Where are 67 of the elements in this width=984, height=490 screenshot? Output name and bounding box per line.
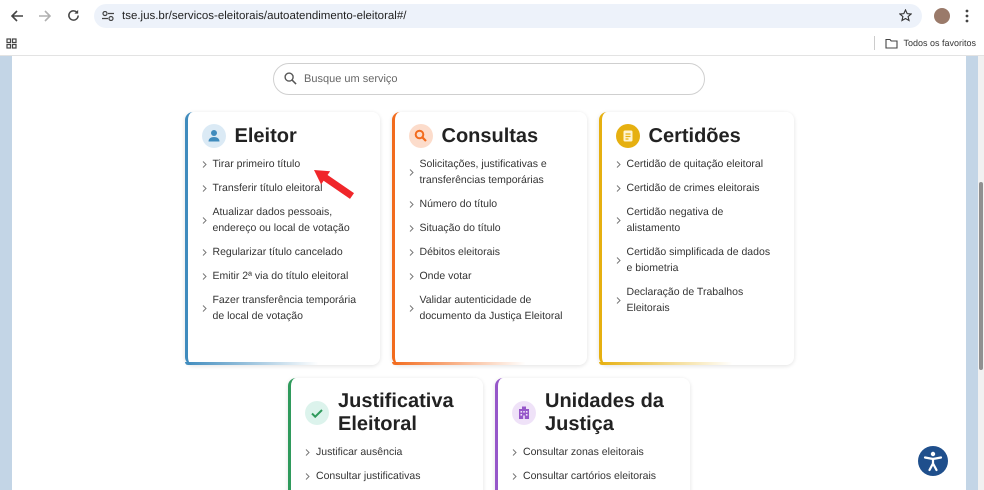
- chevron-icon: [616, 256, 620, 264]
- service-link[interactable]: Declaração de Trabalhos Eleitorais: [626, 284, 778, 316]
- bookmarks-folder[interactable]: Todos os favoritos: [883, 36, 978, 50]
- chevron-icon: [408, 272, 414, 280]
- document-icon: [616, 124, 640, 148]
- service-link[interactable]: Onde votar: [420, 268, 572, 284]
- chevron-icon: [305, 448, 310, 456]
- chevron-icon: [202, 272, 206, 280]
- chevron-icon: [202, 184, 206, 192]
- service-link[interactable]: Consultar zonas eleitorais: [523, 444, 675, 460]
- chevron-icon: [202, 248, 206, 256]
- back-arrow-icon[interactable]: [10, 8, 24, 22]
- service-link[interactable]: Consultar justificativas: [316, 468, 468, 484]
- chevron-icon: [408, 248, 414, 256]
- service-link[interactable]: Atualizar dados pessoais, endereço ou local de votação: [212, 204, 364, 236]
- service-link[interactable]: Certidão de crimes eleitorais: [626, 180, 778, 196]
- building-icon: [512, 401, 536, 425]
- card-title: Eleitor: [234, 124, 297, 148]
- chevron-icon: [512, 472, 517, 480]
- service-link[interactable]: Solicitações, justificativas e transferências temporárias: [420, 156, 572, 188]
- service-link[interactable]: Certidão de quitação eleitoral: [626, 156, 778, 172]
- chevron-icon: [408, 224, 414, 232]
- chevron-icon: [408, 304, 414, 312]
- address-bar[interactable]: tse.jus.br/servicos-eleitorais/autoatendimento-eleitoral#/: [94, 4, 922, 28]
- star-icon[interactable]: [899, 9, 912, 22]
- service-link[interactable]: Certidão negativa de alistamento: [626, 204, 778, 236]
- search-icon: [408, 124, 432, 148]
- service-link[interactable]: Situação do título: [420, 220, 572, 236]
- profile-avatar[interactable]: [934, 8, 950, 24]
- chevron-icon: [408, 168, 414, 176]
- chevron-icon: [616, 160, 620, 168]
- service-link[interactable]: Validar autenticidade de documento da Justiça Eleitoral: [420, 292, 572, 324]
- url-text: tse.jus.br/servicos-eleitorais/autoatendimento-eleitoral#/: [122, 10, 408, 22]
- site-settings-icon[interactable]: [102, 10, 114, 20]
- service-link[interactable]: Número do título: [420, 196, 572, 212]
- chevron-icon: [202, 160, 206, 168]
- card-title: Unidades da Justiça: [545, 390, 665, 436]
- service-link[interactable]: Tirar primeiro título: [212, 156, 364, 172]
- menu-icon[interactable]: [965, 8, 969, 22]
- accessibility-button[interactable]: [918, 446, 948, 476]
- card-title: Justificativa Eleitoral: [338, 390, 455, 436]
- chevron-icon: [305, 472, 310, 480]
- chevron-icon: [408, 200, 414, 208]
- service-link[interactable]: Débitos eleitorais: [420, 244, 572, 260]
- chevron-icon: [616, 216, 620, 224]
- scrollbar[interactable]: [978, 56, 984, 490]
- service-link[interactable]: Consultar cartórios eleitorais: [523, 468, 675, 484]
- service-link[interactable]: Justificar ausência: [316, 444, 468, 460]
- service-link[interactable]: Transferir título eleitoral: [212, 180, 364, 196]
- chevron-icon: [512, 448, 517, 456]
- service-link[interactable]: Emitir 2ª via do título eleitoral: [212, 268, 364, 284]
- chevron-icon: [616, 296, 620, 304]
- checkmark-icon: [305, 401, 329, 425]
- person-icon: [202, 124, 226, 148]
- service-link[interactable]: Fazer transferência temporária de local de votação: [212, 292, 364, 324]
- chevron-icon: [202, 216, 206, 224]
- chevron-icon: [202, 304, 206, 312]
- card-title: Certidões: [648, 124, 741, 148]
- reload-icon[interactable]: [66, 9, 80, 22]
- service-link[interactable]: Certidão simplificada de dados e biometria: [626, 244, 778, 276]
- folder-icon: [885, 38, 898, 48]
- service-link[interactable]: Regularizar título cancelado: [212, 244, 364, 260]
- chevron-icon: [616, 184, 620, 192]
- card-title: Consultas: [442, 124, 538, 148]
- search-icon: [284, 72, 297, 85]
- search-field[interactable]: Busque um serviço: [273, 63, 705, 95]
- apps-grid-icon[interactable]: [6, 38, 17, 48]
